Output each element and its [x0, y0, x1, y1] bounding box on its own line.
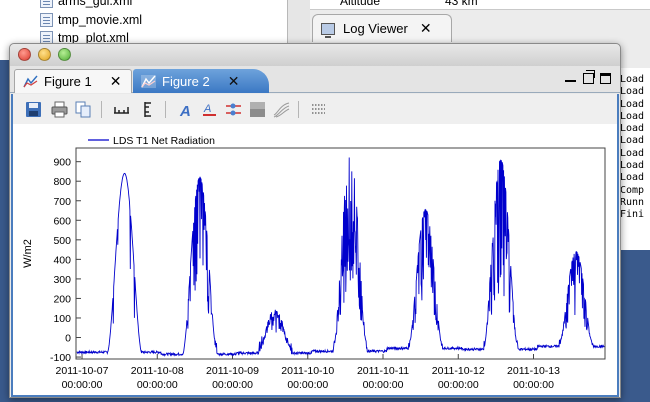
window-zoom-button[interactable]	[58, 48, 71, 61]
maximize-view-icon[interactable]	[600, 73, 611, 84]
figure-toolbar: A A	[11, 94, 619, 124]
copy-icon[interactable]	[75, 101, 92, 118]
property-row: Altitude 43 km	[310, 0, 650, 10]
altitude-label: Altitude	[340, 0, 381, 8]
svg-text:A: A	[203, 103, 211, 115]
log-line: Load	[620, 98, 645, 110]
y-tick-label: 800	[53, 176, 71, 188]
log-line: Load	[620, 135, 645, 147]
font-icon[interactable]: A	[177, 101, 194, 118]
chart-icon	[23, 75, 38, 88]
y-tick-label: 400	[53, 254, 71, 266]
y-axis-label: W/m2	[22, 239, 34, 268]
x-tick-label: 2011-10-10	[281, 365, 334, 377]
x-axis: 2011-10-07 00:00:00 2011-10-08 00:00:00 2011…	[56, 354, 560, 391]
x-tick-label: 2011-10-13	[507, 365, 560, 377]
figure-tab-bar: Figure 1 ✕ Figure 2 ✕	[10, 66, 620, 93]
xml-file-icon	[40, 0, 53, 8]
x-tick-label: 2011-10-11	[357, 365, 409, 377]
log-line: Fini	[620, 209, 645, 221]
save-icon[interactable]	[25, 101, 42, 118]
tab-figure-2[interactable]: Figure 2 ✕	[133, 69, 269, 93]
monitor-icon	[321, 22, 335, 38]
xml-file-icon	[40, 13, 53, 27]
x-axis-range-icon[interactable]	[113, 101, 130, 118]
y-tick-label: 500	[53, 235, 71, 247]
minimize-view-icon[interactable]	[565, 73, 576, 82]
x-tick-label-time: 00:00:00	[438, 379, 479, 391]
restore-view-icon[interactable]	[583, 70, 595, 84]
y-tick-label: -100	[50, 352, 71, 364]
tab-figure-1[interactable]: Figure 1 ✕	[14, 69, 132, 93]
y-tick-label: 600	[53, 215, 71, 227]
x-tick-label: 2011-10-07	[56, 365, 109, 377]
window-minimize-button[interactable]	[38, 48, 51, 61]
log-line: Load	[620, 172, 645, 184]
x-tick-label-time: 00:00:00	[212, 379, 253, 391]
tab-label: Figure 2	[162, 73, 210, 89]
y-tick-label: 900	[53, 157, 71, 169]
y-tick-label: 0	[65, 333, 71, 345]
grid-icon[interactable]	[310, 101, 327, 118]
file-label: tmp_movie.xml	[58, 13, 143, 27]
x-tick-label-time: 00:00:00	[62, 379, 103, 391]
tab-label: Log Viewer	[343, 21, 408, 36]
file-item[interactable]: tmp_movie.xml	[40, 11, 142, 29]
window-close-button[interactable]	[18, 48, 31, 61]
legend: LDS T1 Net Radiation	[88, 135, 215, 147]
x-tick-label: 2011-10-12	[432, 365, 485, 377]
y-tick-label: 300	[53, 274, 71, 286]
y-axis-range-icon[interactable]	[139, 101, 156, 118]
x-tick-label-time: 00:00:00	[137, 379, 178, 391]
x-tick-label-time: 00:00:00	[363, 379, 404, 391]
x-tick-label: 2011-10-09	[206, 365, 259, 377]
altitude-value: 43 km	[445, 0, 478, 8]
plot-area[interactable]: -100 0 100 200 300 400 500 600 700 800 900 2011-10…	[11, 124, 619, 397]
axes-frame	[75, 147, 606, 360]
tab-log-viewer[interactable]: Log Viewer ✕	[312, 14, 452, 42]
print-icon[interactable]	[51, 101, 68, 118]
file-label: arms_gui.xml	[58, 0, 133, 8]
toolbar-separator	[298, 101, 299, 118]
x-tick-label-time: 00:00:00	[513, 379, 554, 391]
toolbar-separator	[165, 101, 166, 118]
background-icon[interactable]	[249, 101, 266, 118]
close-icon[interactable]: ✕	[110, 73, 122, 90]
smoothing-icon[interactable]	[273, 101, 290, 118]
log-line: Load	[620, 86, 645, 98]
log-line: Load	[620, 110, 645, 122]
chart-icon	[141, 74, 156, 88]
close-icon[interactable]: ✕	[228, 73, 240, 90]
close-icon[interactable]: ✕	[420, 20, 432, 37]
legend-label: LDS T1 Net Radiation	[113, 135, 215, 147]
x-tick-label-time: 00:00:00	[287, 379, 328, 391]
svg-text:A: A	[179, 103, 191, 118]
y-tick-label: 100	[53, 313, 71, 325]
x-tick-label: 2011-10-08	[131, 365, 184, 377]
tab-label: Figure 1	[44, 74, 92, 89]
log-line: Load	[620, 123, 645, 135]
log-line: Comp	[620, 184, 645, 196]
net-radiation-chart[interactable]: -100 0 100 200 300 400 500 600 700 800 900 2011-10…	[13, 124, 617, 395]
figure-window: Figure 1 ✕ Figure 2 ✕ A A -100 0 100 200…	[9, 43, 621, 398]
window-titlebar[interactable]	[10, 44, 620, 66]
y-tick-label: 700	[53, 196, 71, 208]
y-tick-label: 200	[53, 293, 71, 305]
log-line: Load	[620, 74, 645, 85]
file-item[interactable]: arms_gui.xml	[40, 0, 132, 10]
line-style-icon[interactable]	[225, 101, 242, 118]
text-color-icon[interactable]: A	[201, 101, 218, 118]
log-line: Load	[620, 147, 645, 159]
log-line: Runn	[620, 196, 645, 208]
log-line: Load	[620, 160, 645, 172]
toolbar-separator	[101, 101, 102, 118]
